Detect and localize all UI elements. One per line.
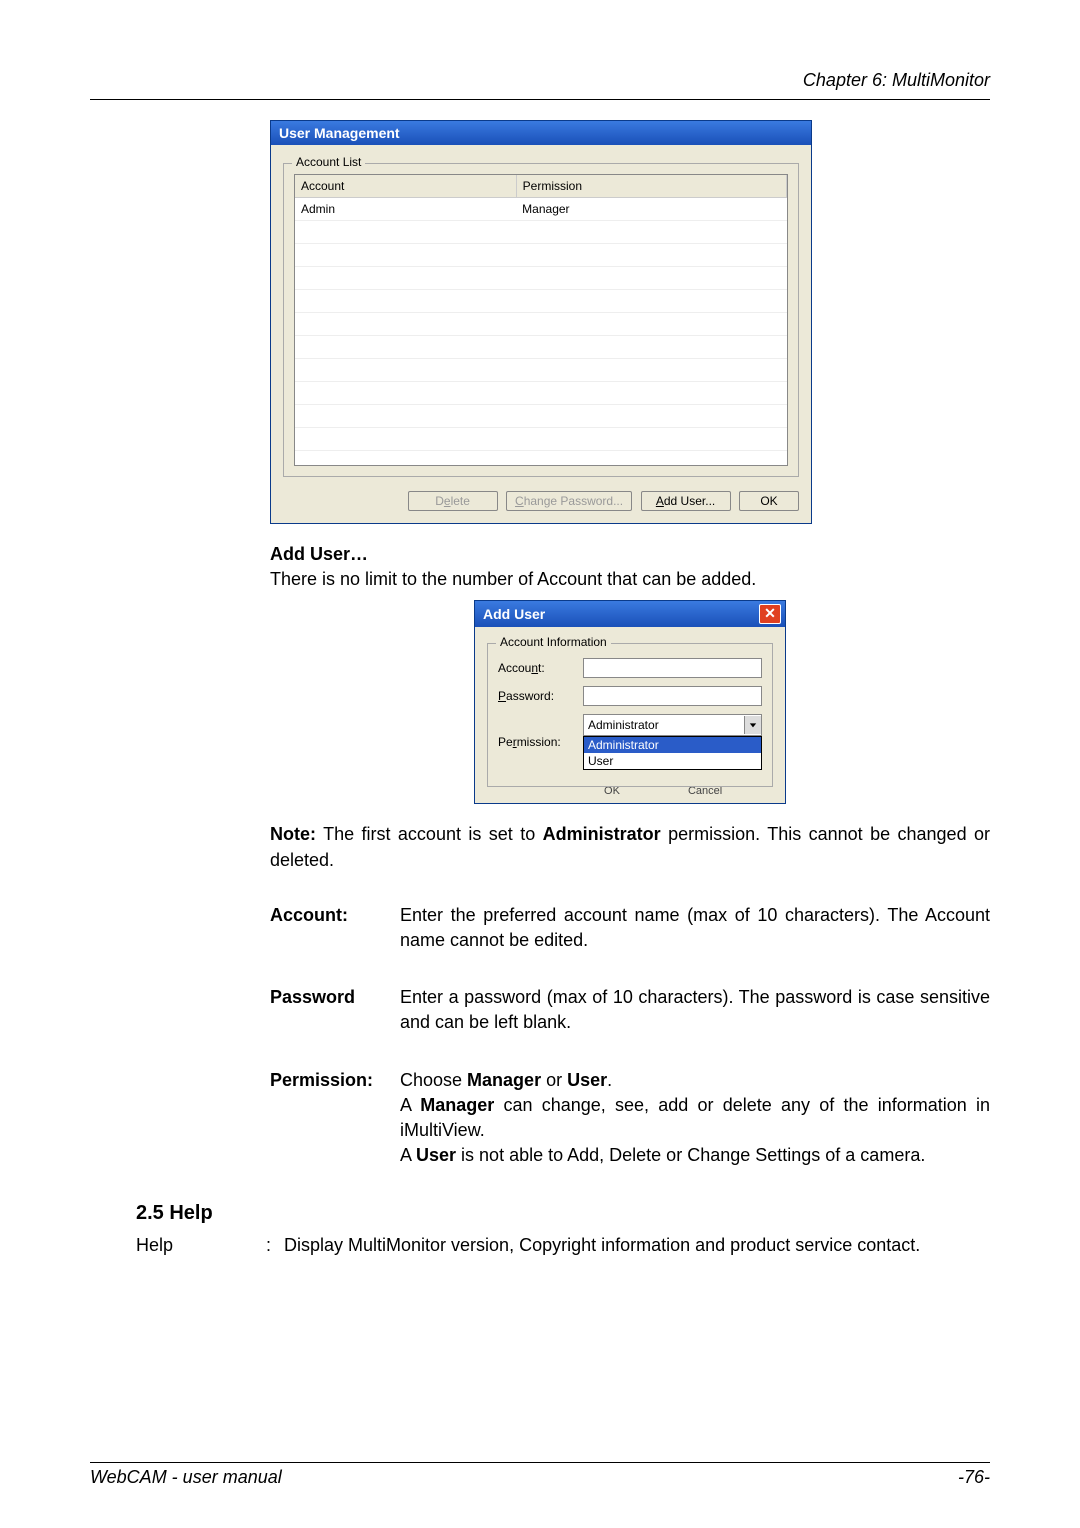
table-row[interactable] <box>295 221 787 244</box>
footer-right: -76- <box>958 1467 990 1488</box>
help-colon: : <box>266 1233 284 1258</box>
table-row[interactable] <box>295 405 787 428</box>
help-term: Help <box>136 1233 266 1258</box>
add-user-button[interactable]: Add User... <box>641 491 731 511</box>
add-user-heading: Add User… <box>270 544 368 564</box>
account-table: Account Permission AdminManager <box>295 175 787 466</box>
desc-password: Enter a password (max of 10 characters).… <box>400 977 990 1043</box>
user-management-window: User Management Account List Account Per… <box>270 120 812 524</box>
table-row[interactable] <box>295 428 787 451</box>
table-row[interactable] <box>295 359 787 382</box>
account-table-wrap: Account Permission AdminManager <box>294 174 788 466</box>
account-info-legend: Account Information <box>496 635 611 649</box>
add-user-dialog: Add User ✕ Account Information Account: … <box>474 600 786 804</box>
um-titlebar: User Management <box>271 121 811 145</box>
change-password-button[interactable]: Change Password... <box>506 491 632 511</box>
account-input[interactable] <box>583 658 762 678</box>
account-info-group: Account Information Account: Password: P… <box>487 643 773 787</box>
permission-option-admin[interactable]: Administrator <box>584 737 761 753</box>
desc-permission: Choose Manager or User. A Manager can ch… <box>400 1060 990 1177</box>
col-account[interactable]: Account <box>295 175 516 198</box>
term-permission: Permission: <box>270 1060 400 1177</box>
close-icon[interactable]: ✕ <box>759 604 781 624</box>
term-account: Account: <box>270 895 400 961</box>
table-row[interactable]: AdminManager <box>295 198 787 221</box>
table-row[interactable] <box>295 313 787 336</box>
desc-account: Enter the preferred account name (max of… <box>400 895 990 961</box>
table-row[interactable] <box>295 244 787 267</box>
delete-button[interactable]: Delete <box>408 491 498 511</box>
password-input[interactable] <box>583 686 762 706</box>
chapter-header: Chapter 6: MultiMonitor <box>90 70 990 100</box>
table-row[interactable] <box>295 267 787 290</box>
permission-label: Permission: <box>498 735 583 749</box>
permission-dropdown: Administrator User <box>583 736 762 770</box>
account-list-group: Account List Account Permission AdminMan… <box>283 163 799 477</box>
table-row[interactable] <box>295 290 787 313</box>
au-title: Add User <box>483 606 545 622</box>
definition-table: Account: Enter the preferred account nam… <box>270 895 990 1177</box>
permission-option-user[interactable]: User <box>584 753 761 769</box>
password-label: Password: <box>498 689 583 703</box>
footer-left: WebCAM - user manual <box>90 1467 282 1488</box>
account-list-legend: Account List <box>292 155 365 169</box>
add-user-desc: There is no limit to the number of Accou… <box>270 569 756 589</box>
account-label: Account: <box>498 661 583 675</box>
note-label: Note: <box>270 824 316 844</box>
col-permission[interactable]: Permission <box>516 175 786 198</box>
ok-button[interactable]: OK <box>739 491 799 511</box>
term-password: Password <box>270 977 400 1043</box>
table-row[interactable] <box>295 451 787 467</box>
chevron-down-icon[interactable] <box>744 716 761 734</box>
section-help-title: 2.5 Help <box>136 1202 990 1225</box>
help-desc: Display MultiMonitor version, Copyright … <box>284 1233 990 1258</box>
table-row[interactable] <box>295 336 787 359</box>
permission-select[interactable]: Administrator <box>583 714 762 736</box>
table-row[interactable] <box>295 382 787 405</box>
